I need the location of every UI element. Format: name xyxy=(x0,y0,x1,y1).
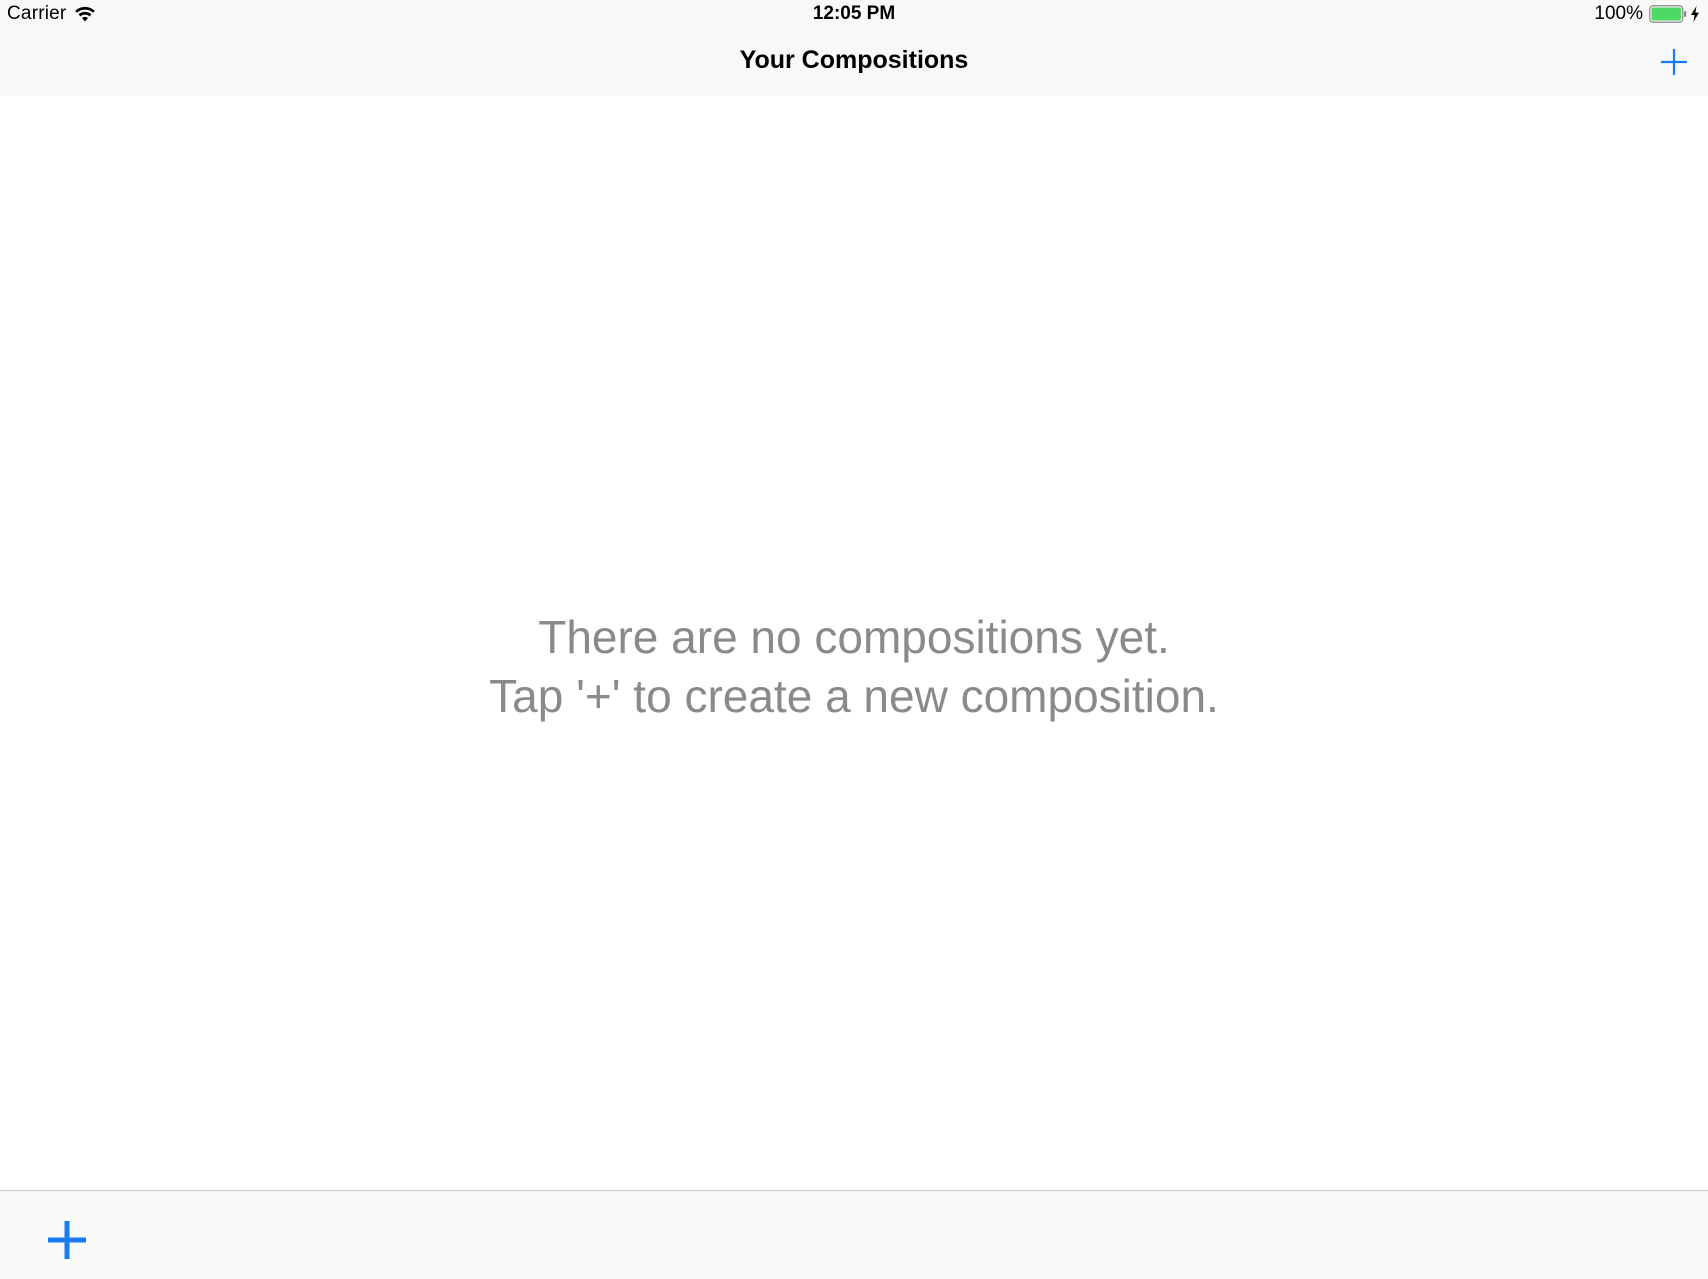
toolbar-add-button[interactable] xyxy=(44,1217,90,1263)
empty-state-line-2: Tap '+' to create a new composition. xyxy=(489,670,1219,722)
battery-fill xyxy=(1651,7,1681,21)
top-bar: Carrier 12:05 PM 100% Your Compositions xyxy=(0,0,1708,96)
status-bar: Carrier 12:05 PM 100% xyxy=(0,0,1708,28)
add-composition-button[interactable] xyxy=(1654,42,1694,82)
empty-state-message: There are no compositions yet. Tap '+' t… xyxy=(0,608,1708,726)
battery-percent: 100% xyxy=(1594,3,1643,24)
navigation-bar: Your Compositions xyxy=(0,28,1708,96)
battery-indicator: 100% xyxy=(1594,3,1700,25)
plus-icon xyxy=(48,1221,86,1259)
bottom-toolbar xyxy=(0,1190,1708,1279)
charging-bolt-icon xyxy=(1690,6,1700,22)
battery-icon xyxy=(1649,5,1687,23)
empty-state-line-1: There are no compositions yet. xyxy=(538,611,1170,663)
compositions-list: There are no compositions yet. Tap '+' t… xyxy=(0,96,1708,1190)
page-title: Your Compositions xyxy=(739,46,969,74)
status-time: 12:05 PM xyxy=(812,3,896,24)
compositions-screen: Carrier 12:05 PM 100% Your Compositions … xyxy=(0,0,1708,1279)
plus-icon xyxy=(1661,49,1687,75)
